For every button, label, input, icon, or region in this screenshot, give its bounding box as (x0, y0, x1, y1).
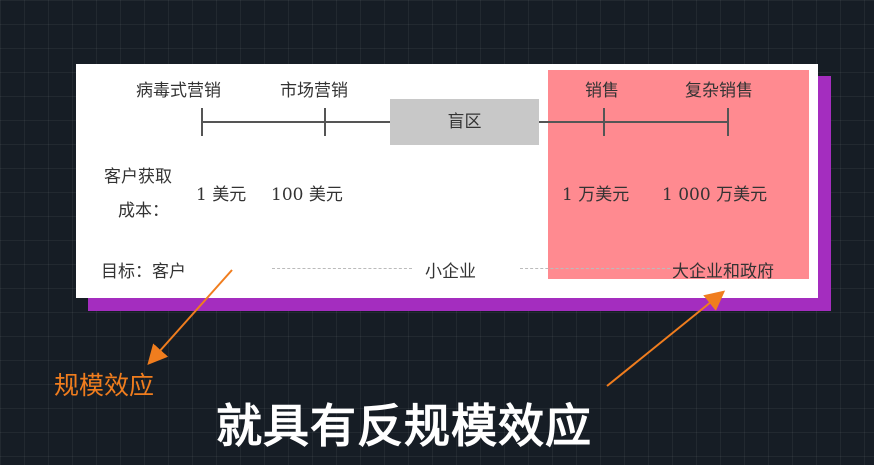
caption-text: 就具有反规模效应 (216, 399, 592, 453)
arrow-to-scale-effect (147, 269, 233, 365)
arrow-to-enterprise (606, 290, 726, 387)
scale-effect-annotation: 规模效应 (54, 371, 155, 400)
